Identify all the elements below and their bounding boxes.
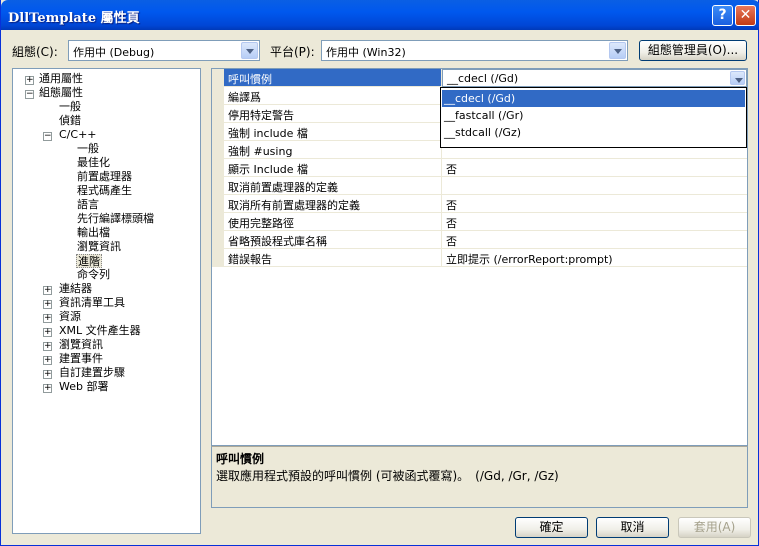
- tree-item-xml-doc[interactable]: XML 文件產生器: [59, 324, 141, 338]
- dropdown-option[interactable]: __stdcall (/Gz): [442, 124, 745, 141]
- apply-button[interactable]: 套用(A): [678, 517, 751, 538]
- tree-item-advanced[interactable]: 進階: [76, 254, 102, 268]
- expand-icon[interactable]: +: [43, 286, 52, 295]
- expand-icon[interactable]: +: [43, 384, 52, 393]
- config-value: 作用中 (Debug): [73, 46, 155, 59]
- property-row[interactable]: 使用完整路徑 否: [212, 213, 747, 231]
- property-value: 否: [446, 217, 457, 230]
- tree-item-pch[interactable]: 先行編譯標頭檔: [77, 212, 154, 226]
- tree-item-resources[interactable]: 資源: [59, 310, 81, 324]
- title-bar: DllTemplate 屬性頁 ? ✕: [1, 0, 759, 30]
- expand-icon[interactable]: +: [43, 328, 52, 337]
- property-row[interactable]: 呼叫慣例 __cdecl (/Gd): [212, 69, 747, 87]
- tree-item-browse[interactable]: 瀏覽資訊: [77, 240, 121, 254]
- collapse-icon[interactable]: −: [25, 90, 34, 99]
- tree-item-output[interactable]: 輸出檔: [77, 226, 110, 240]
- property-row[interactable]: 顯示 Include 檔 否: [212, 159, 747, 177]
- chevron-down-icon[interactable]: [609, 42, 626, 59]
- config-combo[interactable]: 作用中 (Debug): [68, 40, 260, 61]
- property-value: 否: [446, 163, 457, 176]
- collapse-icon[interactable]: −: [43, 132, 52, 141]
- expand-icon[interactable]: +: [43, 342, 52, 351]
- tree-item-browse-info[interactable]: 瀏覽資訊: [59, 338, 103, 352]
- property-value: __cdecl (/Gd): [447, 72, 519, 85]
- tree-item-cpp-general[interactable]: 一般: [77, 142, 99, 156]
- tree-item-code-gen[interactable]: 程式碼產生: [77, 184, 132, 198]
- close-button[interactable]: ✕: [735, 5, 756, 26]
- property-row[interactable]: 省略預設程式庫名稱 否: [212, 231, 747, 249]
- property-pages-window: DllTemplate 屬性頁 ? ✕ 組態(C): 作用中 (Debug) 平…: [0, 0, 759, 546]
- tree-item-manifest[interactable]: 資訊清單工具: [59, 296, 125, 310]
- expand-icon[interactable]: +: [43, 314, 52, 323]
- property-name: 編譯爲: [228, 91, 261, 104]
- expand-icon[interactable]: +: [43, 356, 52, 365]
- tree-item-preprocessor[interactable]: 前置處理器: [77, 170, 132, 184]
- description-title: 呼叫慣例: [216, 452, 265, 466]
- property-row[interactable]: 取消前置處理器的定義: [212, 177, 747, 195]
- tree-item-general[interactable]: 一般: [59, 100, 81, 114]
- property-row[interactable]: 取消所有前置處理器的定義 否: [212, 195, 747, 213]
- tree-item-linker[interactable]: 連結器: [59, 282, 92, 296]
- property-name: 停用特定警告: [228, 109, 294, 122]
- config-manager-button[interactable]: 組態管理員(O)...: [639, 40, 747, 61]
- chevron-down-icon[interactable]: [730, 71, 745, 85]
- tree-item-cpp[interactable]: C/C++: [59, 128, 97, 142]
- property-value: 立即提示 (/errorReport:prompt): [446, 253, 613, 266]
- property-row[interactable]: 錯誤報告 立即提示 (/errorReport:prompt): [212, 249, 747, 267]
- platform-combo[interactable]: 作用中 (Win32): [321, 40, 628, 61]
- expand-icon[interactable]: +: [25, 76, 34, 85]
- property-name: 使用完整路徑: [228, 217, 294, 230]
- description-text: 選取應用程式預設的呼叫慣例 (可被函式覆寫)。 (/Gd, /Gr, /Gz): [216, 469, 559, 483]
- tree-item-web-deploy[interactable]: Web 部署: [59, 380, 108, 394]
- property-name: 呼叫慣例: [224, 69, 441, 86]
- ok-button[interactable]: 確定: [515, 517, 588, 538]
- property-value: 否: [446, 235, 457, 248]
- dropdown-option[interactable]: __cdecl (/Gd): [442, 90, 745, 107]
- tree-item-debugging[interactable]: 偵錯: [59, 114, 81, 128]
- tree-item-config[interactable]: 組態屬性: [39, 86, 83, 100]
- expand-icon[interactable]: +: [43, 300, 52, 309]
- tree-item-common[interactable]: 通用屬性: [39, 72, 83, 86]
- tree-item-build-events[interactable]: 建置事件: [59, 352, 103, 366]
- tree-item-language[interactable]: 語言: [77, 198, 99, 212]
- description-panel: 呼叫慣例 選取應用程式預設的呼叫慣例 (可被函式覆寫)。 (/Gd, /Gr, …: [211, 446, 748, 508]
- window-title: DllTemplate 屬性頁: [8, 11, 140, 26]
- tree-item-optimization[interactable]: 最佳化: [77, 156, 110, 170]
- expand-icon[interactable]: +: [43, 370, 52, 379]
- config-label: 組態(C):: [12, 45, 58, 59]
- property-name: 錯誤報告: [228, 253, 272, 266]
- help-button[interactable]: ?: [712, 5, 733, 26]
- property-name: 取消所有前置處理器的定義: [228, 199, 360, 212]
- property-name: 強制 #using: [228, 145, 293, 158]
- tree-item-cmdline[interactable]: 命令列: [77, 268, 110, 282]
- property-name: 省略預設程式庫名稱: [228, 235, 327, 248]
- platform-value: 作用中 (Win32): [326, 46, 406, 59]
- dropdown-option[interactable]: __fastcall (/Gr): [442, 107, 745, 124]
- property-value-combo[interactable]: __cdecl (/Gd): [442, 69, 747, 87]
- tree-item-custom-build[interactable]: 自訂建置步驟: [59, 366, 125, 380]
- property-name: 顯示 Include 檔: [228, 163, 309, 176]
- property-name: 取消前置處理器的定義: [228, 181, 338, 194]
- property-name: 強制 include 檔: [228, 127, 308, 140]
- chevron-down-icon[interactable]: [241, 42, 258, 59]
- property-value: 否: [446, 199, 457, 212]
- category-tree: + 通用屬性 − 組態屬性 一般 偵錯 − C/C++ 一般 最佳化 前置處理器…: [12, 68, 201, 534]
- cancel-button[interactable]: 取消: [596, 517, 669, 538]
- platform-label: 平台(P):: [270, 45, 315, 59]
- calling-convention-dropdown: __cdecl (/Gd) __fastcall (/Gr) __stdcall…: [440, 87, 747, 148]
